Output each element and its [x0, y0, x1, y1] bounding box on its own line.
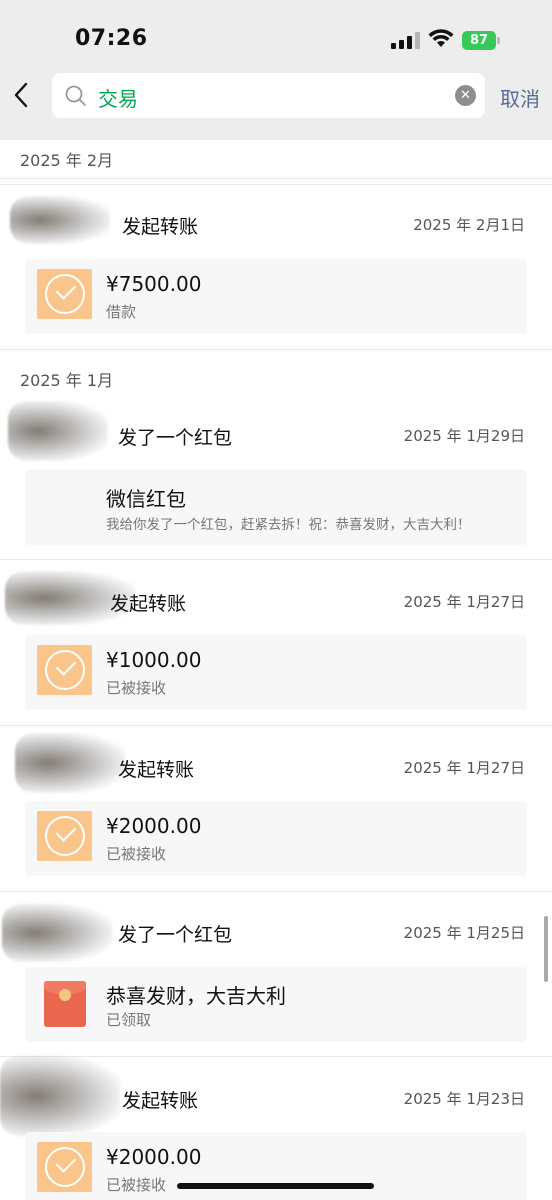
- divider: [0, 184, 552, 185]
- wifi-icon: [428, 29, 454, 47]
- divider: [0, 349, 552, 350]
- clear-icon[interactable]: ✕: [455, 85, 476, 106]
- transfer-card[interactable]: ¥7500.00 借款: [25, 259, 527, 334]
- avatar: [0, 1056, 120, 1136]
- entry-title: 发起转账: [122, 216, 199, 238]
- back-icon[interactable]: [10, 80, 32, 110]
- avatar: [2, 904, 112, 962]
- red-packet-card[interactable]: 微信红包 我给你发了一个红包，赶紧去拆！祝：恭喜发财，大吉大利！: [25, 469, 527, 545]
- transaction-entry[interactable]: 发了一个红包 2025 年 1月25日: [0, 904, 552, 962]
- transfer-check-icon: [37, 811, 92, 861]
- divider: [0, 178, 552, 179]
- transaction-entry[interactable]: 发了一个红包 2025 年 1月29日: [0, 401, 552, 461]
- divider: [0, 891, 552, 892]
- battery-cap: [497, 37, 500, 44]
- month-header: 2025 年 2月: [20, 151, 114, 170]
- transfer-amount: ¥2000.00: [106, 1145, 202, 1169]
- entry-date: 2025 年 1月23日: [403, 1090, 525, 1108]
- divider: [0, 559, 552, 560]
- transfer-amount: ¥1000.00: [106, 648, 202, 672]
- entry-title: 发了一个红包: [118, 427, 233, 449]
- battery-level: 87: [469, 33, 489, 48]
- entry-date: 2025 年 1月25日: [403, 924, 525, 942]
- search-input[interactable]: 交易 ✕: [52, 73, 485, 118]
- entry-title: 发了一个红包: [118, 924, 233, 946]
- battery-icon: 87: [462, 31, 496, 50]
- entry-title: 发起转账: [110, 593, 187, 615]
- transfer-note: 借款: [106, 303, 137, 321]
- entry-title: 发起转账: [122, 1090, 199, 1112]
- transfer-status: 已被接收: [106, 1176, 167, 1194]
- red-packet-message: 我给你发了一个红包，赶紧去拆！祝：恭喜发财，大吉大利！: [106, 517, 471, 533]
- home-indicator[interactable]: [177, 1183, 374, 1189]
- transfer-amount: ¥2000.00: [106, 814, 202, 838]
- transaction-entry[interactable]: 发起转账 2025 年 2月1日: [0, 196, 552, 244]
- red-packet-title: 恭喜发财，大吉大利: [106, 984, 286, 1008]
- red-packet-title: 微信红包: [106, 487, 186, 511]
- avatar: [15, 733, 125, 793]
- red-packet-icon: [44, 981, 86, 1027]
- transaction-entry[interactable]: 发起转账 2025 年 1月27日: [0, 571, 552, 625]
- search-header: 交易 ✕ 取消: [0, 70, 552, 140]
- month-header: 2025 年 1月: [20, 371, 114, 390]
- transaction-entry[interactable]: 发起转账 2025 年 1月23日: [0, 1056, 552, 1136]
- entry-date: 2025 年 1月27日: [403, 759, 525, 777]
- avatar: [8, 401, 108, 461]
- entry-date: 2025 年 2月1日: [413, 216, 525, 234]
- transfer-card[interactable]: ¥2000.00 已被接收: [25, 1132, 527, 1200]
- scrollbar[interactable]: [544, 916, 548, 982]
- entry-date: 2025 年 1月27日: [403, 593, 525, 611]
- transfer-card[interactable]: ¥2000.00 已被接收: [25, 801, 527, 876]
- red-packet-status: 已领取: [106, 1011, 152, 1029]
- transfer-check-icon: [37, 645, 92, 695]
- entry-title: 发起转账: [118, 759, 195, 781]
- transfer-check-icon: [37, 1142, 92, 1192]
- status-time: 07:26: [75, 26, 148, 51]
- avatar: [10, 196, 110, 244]
- search-icon: [65, 85, 86, 106]
- cancel-button[interactable]: 取消: [500, 83, 540, 112]
- transfer-check-icon: [37, 269, 92, 319]
- transfer-status: 已被接收: [106, 845, 167, 863]
- transfer-status: 已被接收: [106, 679, 167, 697]
- search-query[interactable]: 交易: [98, 83, 138, 112]
- status-bar: 07:26 87: [0, 0, 552, 70]
- divider: [0, 725, 552, 726]
- entry-date: 2025 年 1月29日: [403, 427, 525, 445]
- transfer-card[interactable]: ¥1000.00 已被接收: [25, 635, 527, 710]
- red-packet-card[interactable]: 恭喜发财，大吉大利 已领取: [25, 967, 527, 1042]
- cellular-signal-icon: [391, 32, 420, 49]
- transfer-amount: ¥7500.00: [106, 272, 202, 296]
- transaction-entry[interactable]: 发起转账 2025 年 1月27日: [0, 733, 552, 793]
